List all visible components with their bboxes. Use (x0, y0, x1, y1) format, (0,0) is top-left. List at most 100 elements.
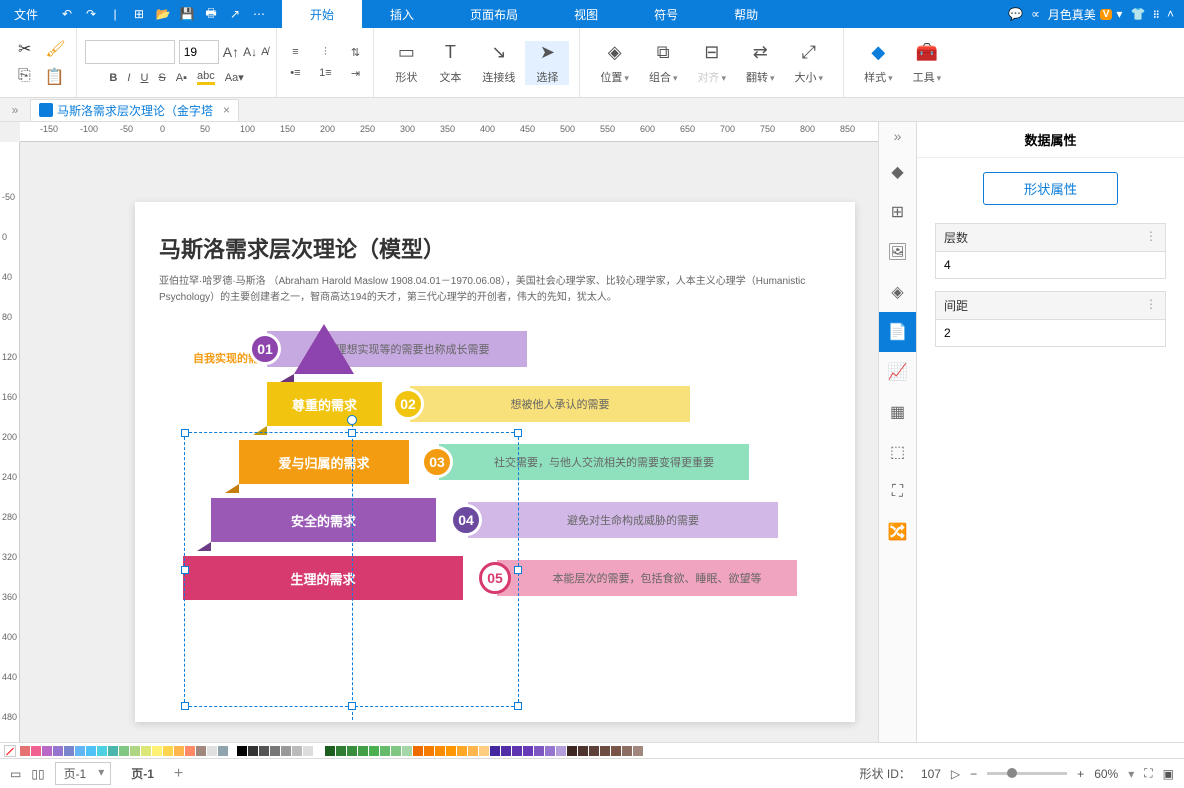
align-button[interactable]: ⊟对齐▾ (687, 41, 736, 85)
close-tab-icon[interactable]: × (223, 103, 230, 117)
zoom-out-icon[interactable]: − (970, 767, 977, 781)
fullscreen-icon[interactable]: ⛶ (1144, 766, 1152, 781)
resize-handle-sw[interactable] (181, 702, 189, 710)
color-swatch[interactable] (336, 746, 346, 756)
style-button[interactable]: ◆样式▾ (854, 41, 903, 85)
underline-icon[interactable]: U (140, 72, 148, 84)
color-swatch[interactable] (347, 746, 357, 756)
collapse-panel-icon[interactable]: » (894, 128, 902, 144)
tab-insert[interactable]: 插入 (362, 0, 442, 28)
image-panel-icon[interactable]: 🖼 (879, 232, 917, 272)
color-swatch[interactable] (75, 746, 85, 756)
shape-tool[interactable]: ▭形状 (384, 41, 428, 85)
color-swatch[interactable] (534, 746, 544, 756)
color-swatch[interactable] (490, 746, 500, 756)
color-swatch[interactable] (270, 746, 280, 756)
position-button[interactable]: ◈位置▾ (590, 41, 639, 85)
format-painter-icon[interactable]: 🖌 (45, 39, 65, 59)
clear-format-icon[interactable]: A̸ (261, 46, 268, 58)
shrink-font-icon[interactable]: A↓ (243, 45, 257, 59)
pages-icon[interactable]: ▯▯ (31, 767, 44, 781)
redo-icon[interactable]: ↷ (80, 3, 102, 25)
open-icon[interactable]: 📂 (152, 3, 174, 25)
select-tool[interactable]: ➤选择 (525, 41, 569, 85)
color-swatch[interactable] (424, 746, 434, 756)
fit-icon[interactable]: ▣ (1163, 767, 1174, 781)
share-icon[interactable]: ∝ (1031, 7, 1040, 21)
color-swatch[interactable] (42, 746, 52, 756)
chart-panel-icon[interactable]: 📈 (879, 352, 917, 392)
add-page-button[interactable]: + (174, 765, 183, 783)
color-swatch[interactable] (523, 746, 533, 756)
color-swatch[interactable] (20, 746, 30, 756)
color-swatch[interactable] (314, 746, 324, 756)
no-fill-swatch[interactable] (4, 745, 16, 757)
color-swatch[interactable] (611, 746, 621, 756)
tab-symbol[interactable]: 符号 (626, 0, 706, 28)
numbering-icon[interactable]: 1≡ (315, 67, 335, 79)
resize-panel-icon[interactable]: ⛶ (879, 472, 917, 512)
color-swatch[interactable] (479, 746, 489, 756)
color-swatch[interactable] (237, 746, 247, 756)
print-icon[interactable]: 🖶 (200, 3, 222, 25)
tab-layout[interactable]: 页面布局 (442, 0, 546, 28)
color-swatch[interactable] (141, 746, 151, 756)
more-icon[interactable]: ⋯ (248, 3, 270, 25)
indent-icon[interactable]: ⇥ (345, 67, 365, 80)
highlight-icon[interactable]: abc (197, 70, 215, 85)
color-swatch[interactable] (578, 746, 588, 756)
color-swatch[interactable] (402, 746, 412, 756)
color-swatch[interactable] (391, 746, 401, 756)
strike-icon[interactable]: S (158, 72, 165, 84)
color-swatch[interactable] (622, 746, 632, 756)
color-swatch[interactable] (281, 746, 291, 756)
group-button[interactable]: ⧉组合▾ (639, 41, 688, 85)
user-menu[interactable]: 月色真美 V ▾ (1048, 6, 1123, 23)
play-icon[interactable]: ▷ (951, 767, 960, 781)
align-top-icon[interactable]: ⫶ (315, 46, 335, 59)
color-swatch[interactable] (545, 746, 555, 756)
tab-view[interactable]: 视图 (546, 0, 626, 28)
color-swatch[interactable] (64, 746, 74, 756)
shuffle-panel-icon[interactable]: 🔀 (879, 512, 917, 552)
italic-icon[interactable]: I (127, 72, 130, 84)
zoom-in-icon[interactable]: + (1077, 767, 1084, 781)
page-selector[interactable]: 页-1 (55, 762, 112, 785)
color-swatch[interactable] (119, 746, 129, 756)
resize-handle-s[interactable] (348, 702, 356, 710)
color-swatch[interactable] (325, 746, 335, 756)
tshirt-icon[interactable]: 👕 (1130, 7, 1145, 21)
resize-handle-n[interactable] (348, 429, 356, 437)
color-palette[interactable]: // generated inline below via JS after d… (0, 742, 1184, 758)
size-button[interactable]: ⤢大小▾ (785, 41, 834, 85)
color-swatch[interactable] (86, 746, 96, 756)
font-size-input[interactable] (179, 40, 219, 64)
resize-handle-ne[interactable] (514, 429, 522, 437)
color-swatch[interactable] (248, 746, 258, 756)
text-more-icon[interactable]: Aa▾ (225, 71, 244, 84)
color-swatch[interactable] (501, 746, 511, 756)
color-swatch[interactable] (380, 746, 390, 756)
color-swatch[interactable] (53, 746, 63, 756)
shape-properties-button[interactable]: 形状属性 (983, 172, 1118, 205)
resize-handle-nw[interactable] (181, 429, 189, 437)
font-color-icon[interactable]: A▪ (176, 72, 187, 84)
color-swatch[interactable] (600, 746, 610, 756)
color-swatch[interactable] (446, 746, 456, 756)
color-swatch[interactable] (174, 746, 184, 756)
color-swatch[interactable] (512, 746, 522, 756)
expand-left-panel[interactable]: » (0, 103, 30, 117)
color-swatch[interactable] (292, 746, 302, 756)
color-swatch[interactable] (163, 746, 173, 756)
new-icon[interactable]: ⊞ (128, 3, 150, 25)
flip-button[interactable]: ⇄翻转▾ (736, 41, 785, 85)
feedback-icon[interactable]: 💬 (1008, 7, 1023, 21)
levels-input[interactable] (935, 252, 1166, 279)
save-icon[interactable]: 💾 (176, 3, 198, 25)
color-swatch[interactable] (130, 746, 140, 756)
color-swatch[interactable] (633, 746, 643, 756)
fill-panel-icon[interactable]: ◆ (879, 152, 917, 192)
paste-icon[interactable]: 📋 (45, 67, 65, 87)
page-layout-icon[interactable]: ▭ (10, 767, 21, 781)
tab-start[interactable]: 开始 (282, 0, 362, 28)
